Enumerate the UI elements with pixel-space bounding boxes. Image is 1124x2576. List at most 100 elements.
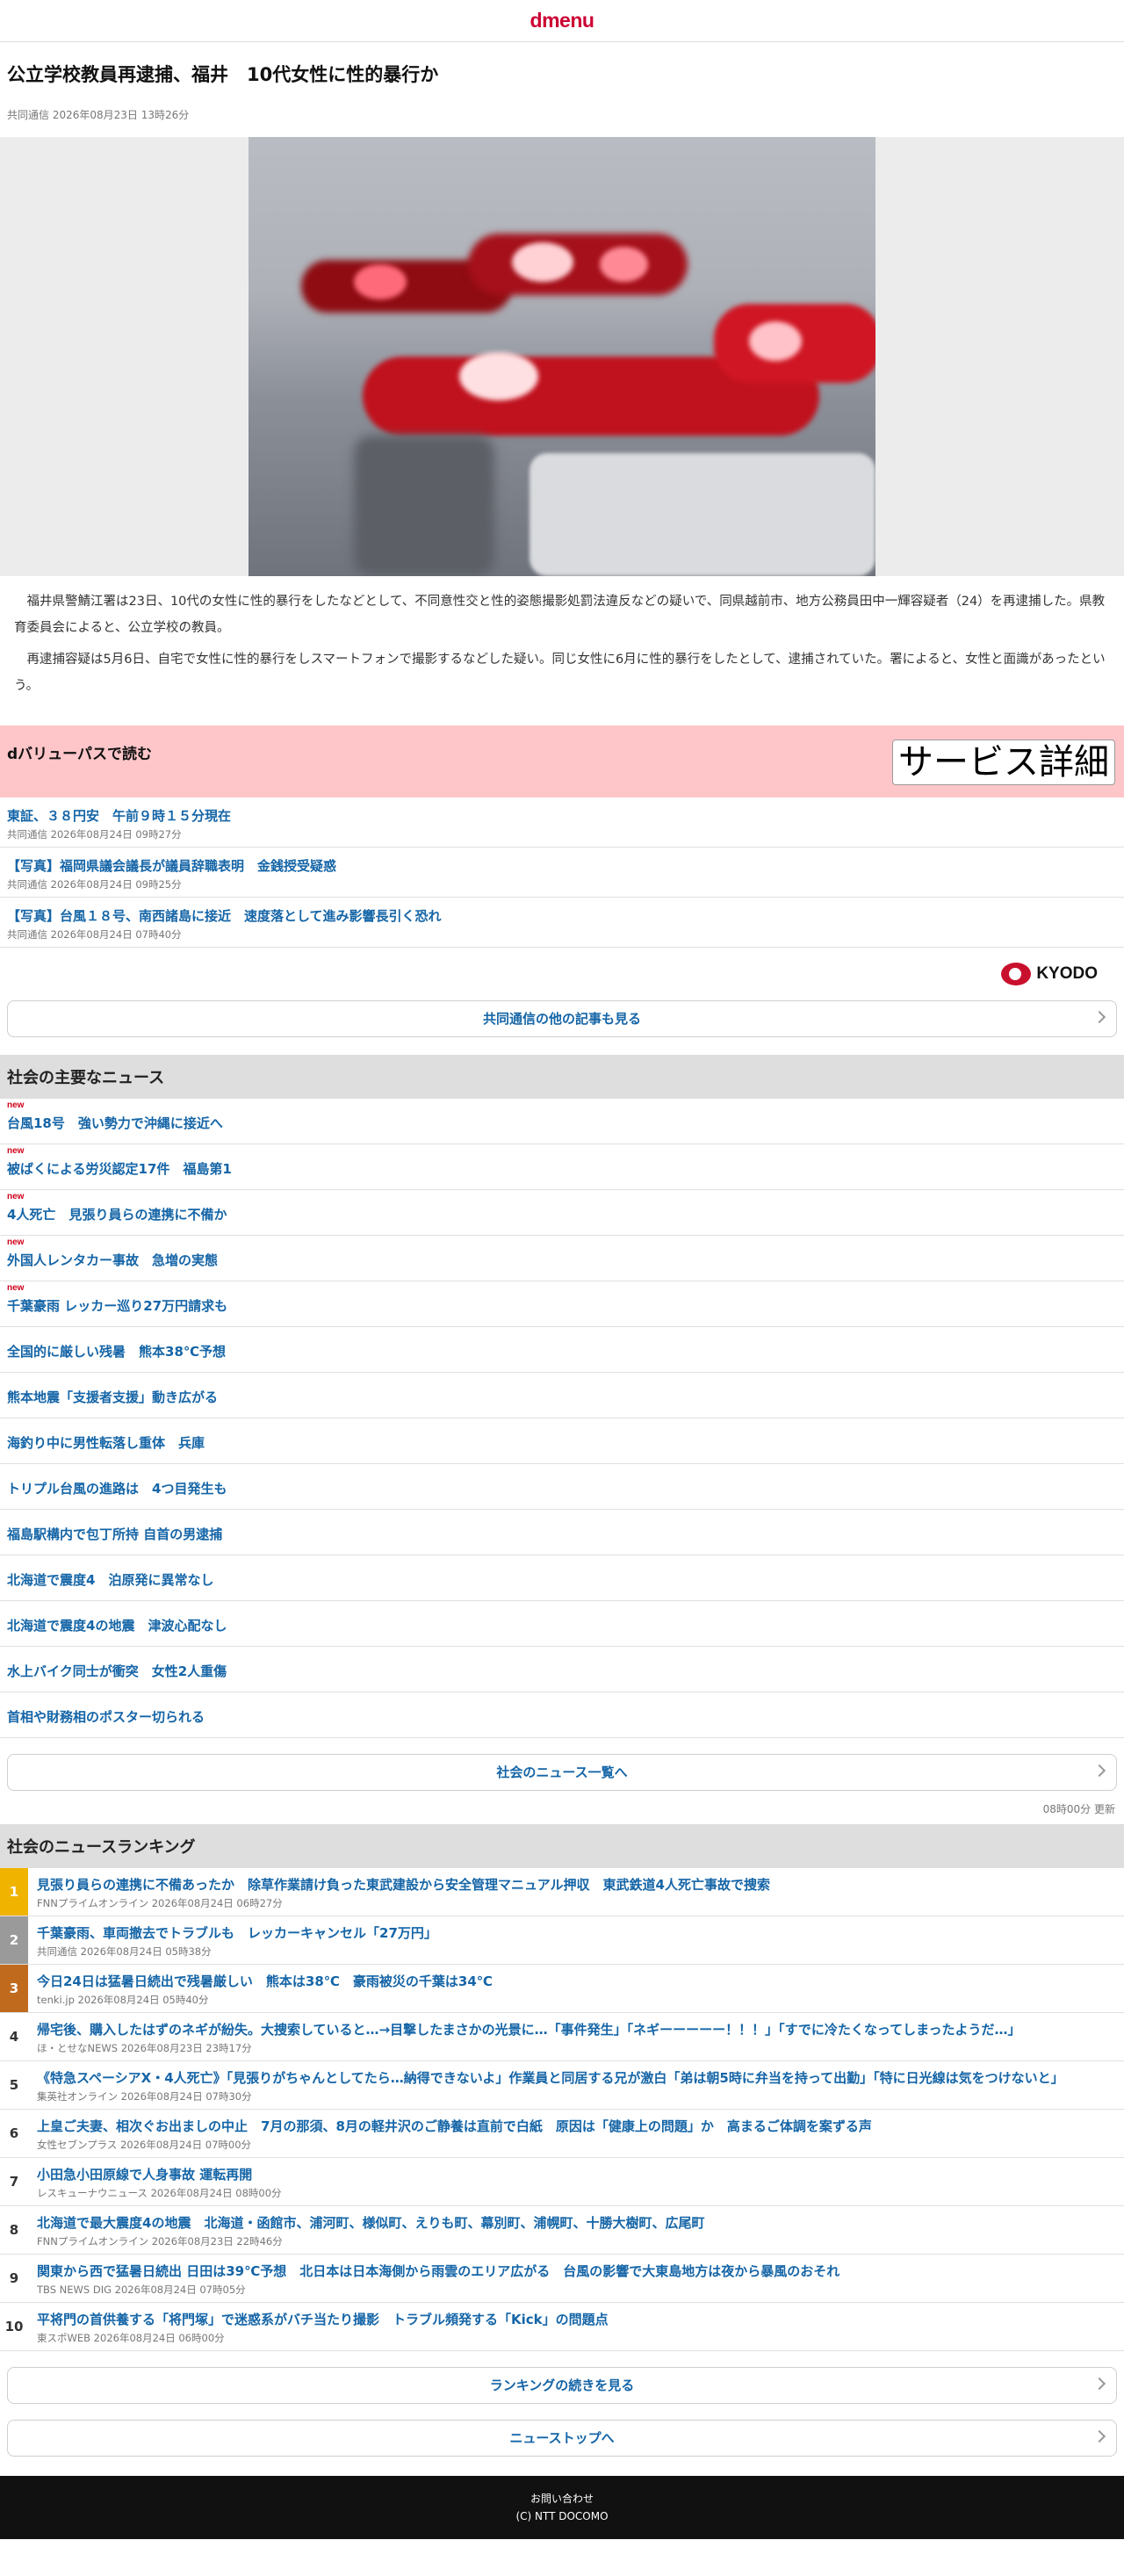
news-list-item-title[interactable]: 海釣り中に男性転落し重体 兵庫 <box>7 1433 205 1452</box>
news-list-item[interactable]: 北海道で震度4 泊原発に異常なし <box>0 1555 1124 1601</box>
ranking-item-meta: FNNプライムオンライン 2026年08月24日 06時27分 <box>37 1896 283 1909</box>
related-article-title[interactable]: 【写真】台風１８号、南西諸島に接近 速度落として進み影響長引く恐れ <box>7 906 1117 926</box>
news-list-item-title[interactable]: 外国人レンタカー事故 急増の実態 <box>7 1251 218 1269</box>
ranking-item-title[interactable]: 《特急スペーシアX・4人死亡》「見張りがちゃんとしてたら…納得できないよ」作業員… <box>37 2068 1117 2088</box>
rank-number: 4 <box>0 2012 28 2060</box>
news-list-item-title[interactable]: 被ばくによる労災認定17件 福島第1 <box>7 1159 232 1178</box>
news-top-label: ニューストップへ <box>509 2430 615 2446</box>
article-body: 福井県警鯖江署は23日、10代の女性に性的暴行をしたなどとして、不同意性交と性的… <box>0 576 1124 710</box>
ranking-item-meta: 東スポWEB 2026年08月24日 06時00分 <box>37 2331 225 2344</box>
ranking-item-meta: 共同通信 2026年08月24日 05時38分 <box>37 1945 212 1958</box>
ranking-item-meta: レスキューナウニュース 2026年08月24日 08時00分 <box>37 2186 282 2199</box>
ranking-item-meta: 集英社オンライン 2026年08月24日 07時30分 <box>37 2089 252 2103</box>
news-list-item[interactable]: 北海道で震度4の地震 津波心配なし <box>0 1601 1124 1647</box>
news-list-item[interactable]: 首相や財務相のポスター切られる <box>0 1692 1124 1738</box>
news-list-item-title[interactable]: 熊本地震「支援者支援」動き広がる <box>7 1388 218 1406</box>
contact-link[interactable]: お問い合わせ <box>530 2490 594 2507</box>
ranking-item[interactable]: 7 小田急小田原線で人身事故 運転再開 レスキューナウニュース 2026年08月24… <box>0 2157 1124 2206</box>
news-list-item-title[interactable]: 水上バイク同士が衝突 女性2人重傷 <box>7 1662 227 1680</box>
news-list-item[interactable]: 海釣り中に男性転落し重体 兵庫 <box>0 1418 1124 1464</box>
kyodo-logo: KYODO <box>0 948 1124 1000</box>
rank-number: 6 <box>0 2109 28 2157</box>
service-detail-button[interactable]: サービス詳細 <box>892 739 1115 785</box>
related-article-title[interactable]: 【写真】福岡県議会議長が議員辞職表明 金銭授受疑惑 <box>7 856 1117 876</box>
ranking-item[interactable]: 2 千葉豪雨、車両撤去でトラブルも レッカーキャンセル「27万円」 共同通信 202… <box>0 1916 1124 1965</box>
news-list-item[interactable]: new 千葉豪雨 レッカー巡り27万円請求も <box>0 1281 1124 1327</box>
related-article-title[interactable]: 東証、３８円安 午前９時１５分現在 <box>7 806 1117 826</box>
ranking-item[interactable]: 4 帰宅後、購入したはずのネギが紛失。大捜索していると…→目撃したまさかの光景に…… <box>0 2012 1124 2061</box>
article-photo-frame <box>0 136 1124 576</box>
ranking-item[interactable]: 9 関東から西で猛暑日続出 日田は39℃予想 北日本は日本海側から雨雲のエリア広が… <box>0 2254 1124 2303</box>
news-list-item[interactable]: 水上バイク同士が衝突 女性2人重傷 <box>0 1647 1124 1692</box>
rank-number: 1 <box>0 1867 28 1916</box>
ranking-item-meta: tenki.jp 2026年08月24日 05時40分 <box>37 1993 209 2006</box>
ranking-item[interactable]: 8 北海道で最大震度4の地震 北海道・函館市、浦河町、様似町、えりも町、幕別町、浦… <box>0 2205 1124 2255</box>
ranking-item-title[interactable]: 今日24日は猛暑日続出で残暑厳しい 熊本は38℃ 豪雨被災の千葉は34℃ <box>37 1972 1117 1991</box>
ranking-item[interactable]: 1 見張り員らの連携に不備あったか 除草作業請け負った東武建設から安全管理マニュア… <box>0 1867 1124 1916</box>
related-article-meta: 共同通信 2026年08月24日 07時40分 <box>7 927 182 941</box>
related-article-item[interactable]: 【写真】台風１８号、南西諸島に接近 速度落として進み影響長引く恐れ 共同通信 2… <box>0 898 1124 948</box>
ranking-item-title[interactable]: 見張り員らの連携に不備あったか 除草作業請け負った東武建設から安全管理マニュアル… <box>37 1875 1117 1894</box>
news-top-button[interactable]: ニューストップへ <box>7 2419 1117 2457</box>
ranking-item-body: 上皇ご夫妻、相次ぐお出ましの中止 7月の那須、8月の軽井沢のご静養は直前で白紙 … <box>28 2110 1124 2157</box>
news-list-item[interactable]: new 台風18号 強い勢力で沖縄に接近へ <box>0 1099 1124 1144</box>
ranking-item-title[interactable]: 千葉豪雨、車両撤去でトラブルも レッカーキャンセル「27万円」 <box>37 1923 1117 1943</box>
news-list-item-title[interactable]: 北海道で震度4 泊原発に異常なし <box>7 1570 213 1589</box>
news-list-item[interactable]: 熊本地震「支援者支援」動き広がる <box>0 1373 1124 1418</box>
ranking-item-body: 《特急スペーシアX・4人死亡》「見張りがちゃんとしてたら…納得できないよ」作業員… <box>28 2061 1124 2109</box>
news-list-item-title[interactable]: 北海道で震度4の地震 津波心配なし <box>7 1616 227 1634</box>
new-badge: new <box>7 1282 25 1293</box>
ranking-item-title[interactable]: 北海道で最大震度4の地震 北海道・函館市、浦河町、様似町、えりも町、幕別町、浦幌… <box>37 2213 1117 2233</box>
ranking-item-body: 北海道で最大震度4の地震 北海道・函館市、浦河町、様似町、えりも町、幕別町、浦幌… <box>28 2206 1124 2254</box>
news-list-item[interactable]: トリプル台風の進路は 4つ目発生も <box>0 1464 1124 1510</box>
news-list-item-title[interactable]: 首相や財務相のポスター切られる <box>7 1707 205 1726</box>
ranking-item[interactable]: 6 上皇ご夫妻、相次ぐお出ましの中止 7月の那須、8月の軽井沢のご静養は直前で白紙… <box>0 2109 1124 2158</box>
rank-number: 8 <box>0 2205 28 2254</box>
ranking-item-title[interactable]: 帰宅後、購入したはずのネギが紛失。大捜索していると…→目撃したまさかの光景に…「… <box>37 2020 1117 2039</box>
chevron-right-icon <box>1092 2377 1106 2390</box>
more-kyodo-articles-label: 共同通信の他の記事も見る <box>482 1011 641 1027</box>
article-header: 公立学校教員再逮捕、福井 10代女性に性的暴行か 共同通信 2026年08月23… <box>0 42 1124 125</box>
ranking-item-body: 関東から西で猛暑日続出 日田は39℃予想 北日本は日本海側から雨雲のエリア広がる… <box>28 2255 1124 2302</box>
related-article-item[interactable]: 東証、３８円安 午前９時１５分現在 共同通信 2026年08月24日 09時27… <box>0 797 1124 848</box>
news-list-item[interactable]: 全国的に厳しい残暑 熊本38℃予想 <box>0 1327 1124 1373</box>
ranking-item[interactable]: 5 《特急スペーシアX・4人死亡》「見張りがちゃんとしてたら…納得できないよ」作業… <box>0 2060 1124 2110</box>
news-list-item-title[interactable]: 全国的に厳しい残暑 熊本38℃予想 <box>7 1342 226 1360</box>
more-kyodo-articles-button[interactable]: 共同通信の他の記事も見る <box>7 999 1117 1037</box>
news-list-item-title[interactable]: トリプル台風の進路は 4つ目発生も <box>7 1479 227 1497</box>
ranking-item-body: 帰宅後、購入したはずのネギが紛失。大捜索していると…→目撃したまさかの光景に…「… <box>28 2013 1124 2060</box>
news-list-item[interactable]: new 4人死亡 見張り員らの連携に不備か <box>0 1190 1124 1236</box>
ranking-item-body: 千葉豪雨、車両撤去でトラブルも レッカーキャンセル「27万円」共同通信 2026… <box>28 1916 1124 1964</box>
ranking-item-meta: ほ・とせなNEWS 2026年08月23日 23時17分 <box>37 2041 252 2054</box>
chevron-right-icon <box>1092 2429 1106 2443</box>
updated-time: 08時00分 更新 <box>1042 1802 1115 1815</box>
news-list-item[interactable]: new 外国人レンタカー事故 急増の実態 <box>0 1236 1124 1281</box>
dmenu-logo[interactable]: dmenu <box>530 9 594 32</box>
police-light-photo <box>249 136 875 576</box>
ranking-item-title[interactable]: 上皇ご夫妻、相次ぐお出ましの中止 7月の那須、8月の軽井沢のご静養は直前で白紙 … <box>37 2117 1117 2136</box>
ranking-item-title[interactable]: 小田急小田原線で人身事故 運転再開 <box>37 2165 1117 2184</box>
related-article-meta: 共同通信 2026年08月24日 09時27分 <box>7 827 182 841</box>
news-list-item[interactable]: new 被ばくによる労災認定17件 福島第1 <box>0 1144 1124 1190</box>
chevron-right-icon <box>1092 1764 1106 1777</box>
ranking-item-title[interactable]: 平将門の首供養する「将門塚」で迷惑系がバチ当たり撮影 トラブル頻発する「Kick… <box>37 2310 1117 2329</box>
article-meta: 共同通信 2026年08月23日 13時26分 <box>7 108 190 121</box>
ranking-item[interactable]: 10 平将門の首供養する「将門塚」で迷惑系がバチ当たり撮影 トラブル頻発する「Ki… <box>0 2302 1124 2351</box>
news-list-item-title[interactable]: 台風18号 強い勢力で沖縄に接近へ <box>7 1114 223 1132</box>
related-article-item[interactable]: 【写真】福岡県議会議長が議員辞職表明 金銭授受疑惑 共同通信 2026年08月2… <box>0 848 1124 898</box>
ranking-item-meta: TBS NEWS DIG 2026年08月24日 07時05分 <box>37 2283 246 2296</box>
ranking-more-button[interactable]: ランキングの続きを見る <box>7 2366 1117 2404</box>
ranking-item-title[interactable]: 関東から西で猛暑日続出 日田は39℃予想 北日本は日本海側から雨雲のエリア広がる… <box>37 2262 1117 2281</box>
news-list-item-title[interactable]: 4人死亡 見張り員らの連携に不備か <box>7 1205 227 1223</box>
related-articles: 東証、３８円安 午前９時１５分現在 共同通信 2026年08月24日 09時27… <box>0 797 1124 948</box>
related-article-meta: 共同通信 2026年08月24日 09時25分 <box>7 877 182 891</box>
society-news-list-button[interactable]: 社会のニュース一覧へ <box>7 1753 1117 1791</box>
news-list-item[interactable]: 福島駅構内で包丁所持 自首の男逮捕 <box>0 1510 1124 1555</box>
ranking-list: 1 見張り員らの連携に不備あったか 除草作業請け負った東武建設から安全管理マニュア… <box>0 1867 1124 2351</box>
ranking-item-meta: 女性セブンプラス 2026年08月24日 07時00分 <box>37 2138 252 2151</box>
news-list-item-title[interactable]: 千葉豪雨 レッカー巡り27万円請求も <box>7 1296 227 1315</box>
ranking-item[interactable]: 3 今日24日は猛暑日続出で残暑厳しい 熊本は38℃ 豪雨被災の千葉は34℃ ten… <box>0 1964 1124 2013</box>
news-list-item-title[interactable]: 福島駅構内で包丁所持 自首の男逮捕 <box>7 1525 222 1543</box>
copyright: (C) NTT DOCOMO <box>515 2509 609 2522</box>
society-news-list: new 台風18号 強い勢力で沖縄に接近へ new 被ばくによる労災認定17件 福島第… <box>0 1099 1124 1738</box>
